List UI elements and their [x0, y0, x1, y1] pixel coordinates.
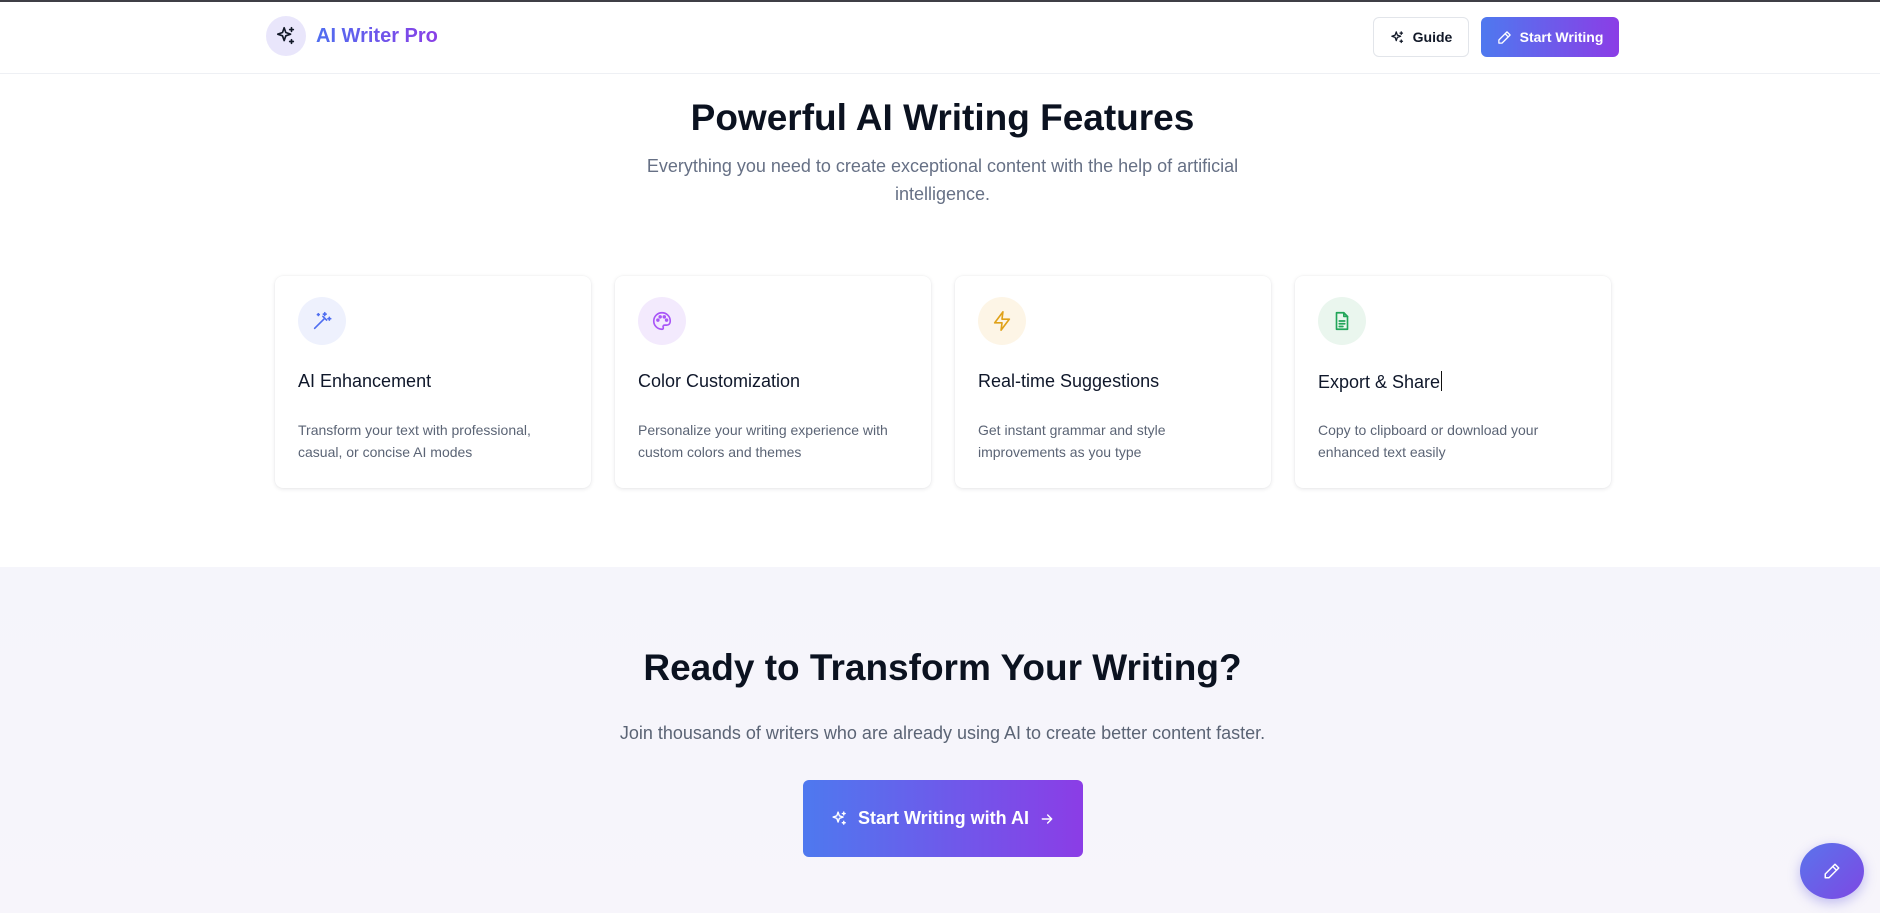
cta-section: Ready to Transform Your Writing? Join th…	[0, 567, 1880, 913]
brand-name: AI Writer Pro	[316, 24, 438, 47]
feature-card-realtime-suggestions: Real-time Suggestions Get instant gramma…	[955, 276, 1271, 488]
feature-card-title: Real-time Suggestions	[978, 371, 1160, 391]
feature-card-description: Get instant grammar and style improvemen…	[978, 422, 1166, 460]
start-writing-with-ai-button[interactable]: Start Writing with AI	[803, 780, 1083, 857]
magic-wand-icon	[298, 297, 346, 345]
feature-card-title: Color Customization	[638, 371, 801, 391]
sparkles-icon	[1390, 30, 1403, 43]
window-top-border	[0, 0, 1880, 2]
feature-card-title-text: Export & Share	[1318, 372, 1441, 392]
features-heading: Powerful AI Writing Features	[690, 97, 1195, 138]
floating-edit-button[interactable]	[1800, 843, 1864, 899]
cta-button-label: Start Writing with AI	[858, 808, 1029, 828]
feature-card-export-share: Export & Share Copy to clipboard or down…	[1295, 276, 1611, 488]
feature-card-title: AI Enhancement	[298, 371, 432, 391]
feature-card-description: Personalize your writing experience with…	[638, 422, 888, 460]
pencil-icon	[1824, 863, 1840, 879]
brand-logo[interactable]: AI Writer Pro	[266, 16, 438, 56]
feature-card-description: Transform your text with professional, c…	[298, 422, 531, 460]
feature-card-description: Copy to clipboard or download your enhan…	[1318, 422, 1539, 460]
features-subtitle: Everything you need to create exceptiona…	[646, 156, 1239, 204]
start-writing-button-label: Start Writing	[1519, 29, 1604, 45]
file-text-icon	[1318, 297, 1366, 345]
text-cursor	[1441, 371, 1443, 391]
sparkles-icon	[832, 811, 846, 825]
site-header: AI Writer Pro Guide Start Writing	[0, 0, 1880, 74]
pencil-icon	[1497, 30, 1511, 44]
guide-button-label: Guide	[1412, 29, 1453, 45]
zap-icon	[978, 297, 1026, 345]
guide-button[interactable]: Guide	[1373, 17, 1469, 57]
feature-card-color-customization: Color Customization Personalize your wri…	[615, 276, 931, 488]
cta-heading: Ready to Transform Your Writing?	[643, 647, 1242, 688]
cta-subtitle: Join thousands of writers who are alread…	[619, 723, 1266, 743]
feature-card-ai-enhancement: AI Enhancement Transform your text with …	[275, 276, 591, 488]
palette-icon	[638, 297, 686, 345]
arrow-right-icon	[1041, 813, 1053, 824]
feature-card-title: Export & Share	[1318, 371, 1443, 393]
start-writing-button[interactable]: Start Writing	[1481, 17, 1619, 57]
sparkles-icon	[266, 16, 306, 56]
